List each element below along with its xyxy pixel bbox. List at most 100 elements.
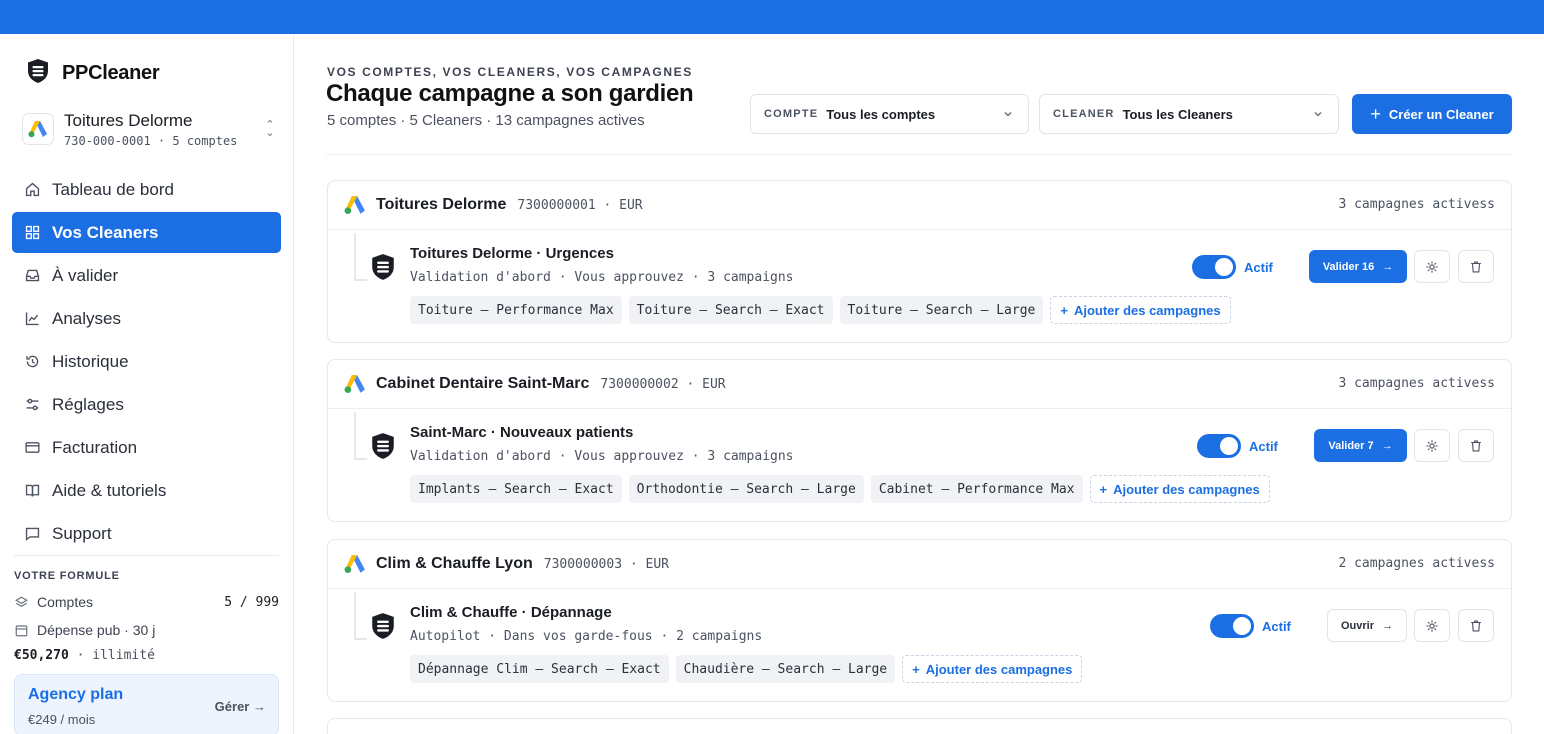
calendar-icon (15, 624, 28, 636)
cleaner-name[interactable]: Saint-Marc · Nouveaux patients (410, 424, 633, 441)
nav-label: Support (52, 523, 112, 543)
nav-item-vos-cleaners[interactable]: Vos Cleaners (12, 212, 281, 253)
nav-item-facturation[interactable]: Facturation (12, 427, 281, 468)
delete-button[interactable] (1458, 609, 1494, 642)
account-name: Cabinet Dentaire Saint-Marc (376, 375, 590, 392)
add-campaigns-label: Ajouter des campagnes (1113, 481, 1260, 497)
validate-button[interactable]: Valider 7 → (1314, 429, 1407, 462)
home-icon (25, 182, 40, 197)
account-filter-select[interactable]: COMPTE Tous les comptes (750, 94, 1029, 134)
google-ads-icon (344, 555, 365, 574)
cleaner-name[interactable]: Clim & Chauffe · Dépannage (410, 604, 612, 621)
account-name: Toitures Delorme (376, 196, 507, 213)
cleaner-status-label: Actif (1244, 260, 1273, 275)
agency-plan-name: Agency plan (28, 686, 124, 703)
page-eyebrow: VOS COMPTES, VOS CLEANERS, VOS CAMPAGNES (327, 65, 693, 79)
cleaner-filter-select[interactable]: CLEANER Tous les Cleaners (1039, 94, 1339, 134)
message-icon (25, 527, 40, 541)
campaign-chip[interactable]: Toiture — Performance Max (410, 296, 622, 324)
create-cleaner-label: Créer un Cleaner (1388, 106, 1494, 122)
account-card: Cabinet Dentaire Saint-Marc 7300000002 ·… (327, 359, 1512, 522)
active-campaigns-count: 3 campagnes activess (1338, 376, 1495, 391)
grid-icon (25, 225, 40, 240)
trash-icon (1471, 440, 1481, 451)
plan-accounts-label: Comptes (37, 594, 94, 610)
nav-item-support[interactable]: Support (12, 513, 281, 554)
plan-spend-label: Dépense pub · 30 j (37, 622, 156, 638)
nav-item-a-valider[interactable]: À valider (12, 255, 281, 296)
validate-label: Valider 7 (1328, 439, 1374, 452)
add-campaigns-button[interactable]: + Ajouter des campagnes (902, 655, 1083, 683)
cleaner-status-label: Actif (1262, 619, 1291, 634)
account-card: Toitures Delorme 7300000001 · EUR 3 camp… (327, 180, 1512, 343)
tree-connector (354, 412, 367, 460)
nav-item-tableau-de-bord[interactable]: Tableau de bord (12, 169, 281, 210)
cleaner-filter-key: CLEANER (1053, 108, 1115, 120)
active-campaigns-count: 3 campagnes activess (1338, 197, 1495, 212)
brand-name: PPCleaner (62, 62, 160, 84)
gear-icon (1426, 439, 1438, 452)
google-ads-icon (22, 113, 54, 145)
active-campaigns-count: 2 campagnes activess (1338, 556, 1495, 571)
account-switcher[interactable]: Toitures Delorme 730-000-0001 · 5 compte… (22, 106, 278, 152)
campaign-chip[interactable]: Cabinet — Performance Max (870, 475, 1083, 503)
open-button[interactable]: Ouvrir → (1327, 609, 1407, 642)
campaign-chips: Dépannage Clim — Search — Exact Chaudièr… (410, 655, 1083, 683)
campaign-chip[interactable]: Chaudière — Search — Large (675, 655, 896, 683)
account-name: Toitures Delorme (64, 110, 193, 130)
account-name: Clim & Chauffe Lyon (376, 555, 533, 572)
account-id: 7300000001 · EUR (517, 197, 643, 213)
cleaner-meta: Validation d'abord · Vous approuvez · 3 … (410, 449, 794, 464)
cleaner-status-label: Actif (1249, 439, 1278, 454)
plan-spend: €50,270 · illimité (14, 648, 155, 663)
plan-title: VOTRE FORMULE (14, 570, 120, 582)
campaign-chip[interactable]: Toiture — Search — Large (839, 296, 1044, 324)
campaign-chip[interactable]: Toiture — Search — Exact (628, 296, 833, 324)
campaign-chips: Implants — Search — Exact Orthodontie — … (410, 475, 1270, 503)
nav-item-aide[interactable]: Aide & tutoriels (12, 470, 281, 511)
account-card-header: Toitures Delorme 7300000001 · EUR (328, 181, 1511, 230)
nav-label: Analyses (52, 308, 121, 328)
sidebar-divider (14, 555, 279, 556)
create-cleaner-button[interactable]: + Créer un Cleaner (1352, 94, 1512, 134)
arrow-right-icon: → (253, 699, 266, 714)
manage-plan-button[interactable]: Gérer → (215, 699, 266, 714)
plan-spend-row: Dépense pub · 30 j (14, 622, 279, 638)
campaign-chips: Toiture — Performance Max Toiture — Sear… (410, 296, 1231, 324)
cleaner-active-toggle[interactable] (1197, 434, 1241, 458)
campaign-chip[interactable]: Dépannage Clim — Search — Exact (410, 655, 669, 683)
validate-button[interactable]: Valider 16 → (1309, 250, 1407, 283)
nav-item-reglages[interactable]: Réglages (12, 384, 281, 425)
account-card-header: Cabinet Dentaire Saint-Marc 7300000002 ·… (328, 360, 1511, 409)
layers-icon (15, 596, 28, 607)
campaign-chip[interactable]: Implants — Search — Exact (410, 475, 622, 503)
delete-button[interactable] (1458, 250, 1494, 283)
account-filter-key: COMPTE (764, 108, 819, 120)
settings-button[interactable] (1414, 609, 1450, 642)
account-id: 7300000002 · EUR (600, 376, 726, 392)
page-subtitle: 5 comptes · 5 Cleaners · 13 campagnes ac… (327, 112, 645, 129)
nav-label: Tableau de bord (52, 179, 174, 199)
nav-label: À valider (52, 265, 119, 285)
settings-button[interactable] (1414, 429, 1450, 462)
nav-item-historique[interactable]: Historique (12, 341, 281, 382)
sidebar-nav: Tableau de bord Vos Cleaners À valider A… (12, 169, 281, 556)
settings-button[interactable] (1414, 250, 1450, 283)
brand[interactable]: PPCleaner (26, 58, 160, 89)
add-campaigns-button[interactable]: + Ajouter des campagnes (1050, 296, 1231, 324)
account-filter-value: Tous les comptes (826, 106, 936, 122)
plan-spend-limit: · illimité (76, 648, 155, 663)
add-campaigns-button[interactable]: + Ajouter des campagnes (1089, 475, 1270, 503)
top-bar (0, 0, 1544, 34)
campaign-chip[interactable]: Orthodontie — Search — Large (628, 475, 864, 503)
plan-accounts-value: 5 / 999 (224, 594, 279, 610)
delete-button[interactable] (1458, 429, 1494, 462)
cleaner-active-toggle[interactable] (1192, 255, 1236, 279)
cleaner-name[interactable]: Toitures Delorme · Urgences (410, 245, 614, 262)
account-sub: 730-000-0001 · 5 comptes (64, 133, 238, 148)
cleaner-active-toggle[interactable] (1210, 614, 1254, 638)
page-title: Chaque campagne a son gardien (326, 80, 694, 107)
nav-item-analyses[interactable]: Analyses (12, 298, 281, 339)
book-icon (25, 484, 40, 497)
sliders-icon (26, 398, 39, 411)
